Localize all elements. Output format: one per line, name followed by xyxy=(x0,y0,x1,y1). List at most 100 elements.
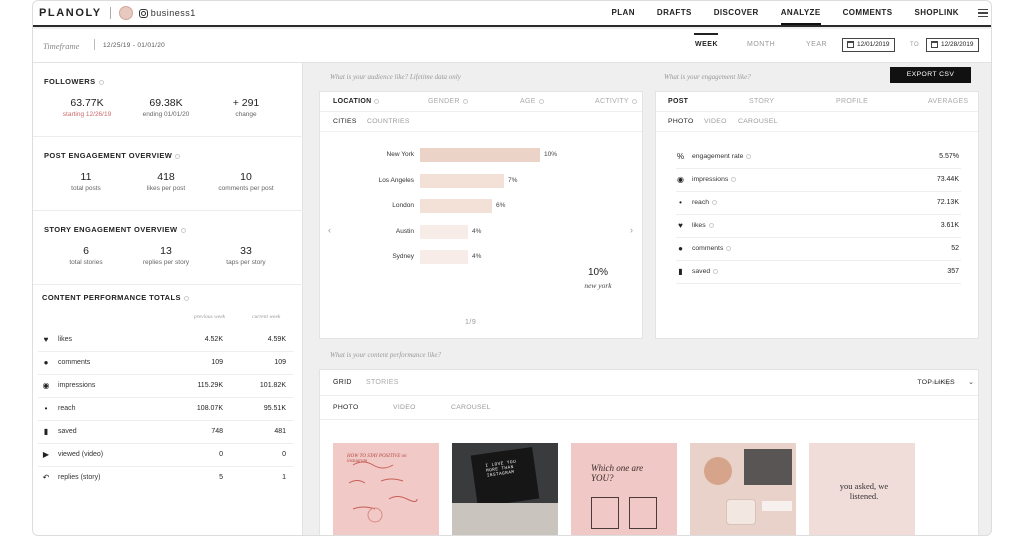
perf-row-reach: • reach 108.07K 95.51K xyxy=(38,398,293,421)
thumb-pink-lettering[interactable]: HOW TO STAY POSITIVE on instagram xyxy=(333,443,439,535)
info-icon[interactable] xyxy=(98,79,104,85)
tab-location[interactable]: LOCATION xyxy=(333,98,380,105)
period-month[interactable]: MONTH xyxy=(747,41,775,48)
bookmark-icon: ▮ xyxy=(678,267,683,276)
end-date-picker[interactable]: 12/28/2019 xyxy=(926,38,979,52)
perf-previous-value: 108.07K xyxy=(196,405,223,412)
eng-value: 3.61K xyxy=(940,222,959,229)
reach-icon: • xyxy=(679,198,682,207)
tab-stories[interactable]: STORIES xyxy=(366,379,399,386)
info-icon[interactable] xyxy=(726,245,732,251)
menu-icon[interactable] xyxy=(978,9,988,17)
perf-previous-value: 5 xyxy=(219,474,223,481)
sort-by-value[interactable]: TOP LIKES xyxy=(917,379,955,386)
tab-age[interactable]: AGE xyxy=(520,98,544,105)
stat-value: 10 xyxy=(240,171,252,183)
tab-profile[interactable]: PROFILE xyxy=(836,98,868,105)
city-percent: 7% xyxy=(508,176,518,184)
city-label: Sydney xyxy=(392,253,414,260)
perf-current-value: 4.59K xyxy=(267,336,286,343)
tab-story[interactable]: STORY xyxy=(749,98,774,105)
thumb-letterboard[interactable]: I LOVE YOU MORE THAN INSTAGRAM xyxy=(452,443,558,535)
stat-label: taps per story xyxy=(226,259,266,266)
eng-value: 5.57% xyxy=(939,153,959,160)
heart-icon: ♥ xyxy=(43,335,49,344)
city-percent: 10% xyxy=(544,151,558,158)
tab-gender[interactable]: GENDER xyxy=(428,98,468,105)
eng-label-text: comments xyxy=(692,245,724,252)
info-icon[interactable] xyxy=(713,268,719,274)
stat-value: 13 xyxy=(160,245,172,257)
col-previous-week: previous week xyxy=(194,314,226,320)
export-csv-button[interactable]: EXPORT CSV xyxy=(890,67,971,83)
city-bar xyxy=(420,250,468,264)
info-icon[interactable] xyxy=(175,153,181,159)
city-bar xyxy=(420,224,468,239)
tab-activity[interactable]: ACTIVITY xyxy=(595,98,637,105)
tab-grid[interactable]: GRID xyxy=(333,379,352,386)
heart-icon: ♥ xyxy=(678,221,683,230)
subtab-photo[interactable]: PHOTO xyxy=(333,404,359,411)
subtab-carousel[interactable]: CAROUSEL xyxy=(738,118,778,125)
tab-averages[interactable]: AVERAGES xyxy=(928,98,968,105)
planoly-logo[interactable]: PLANOLY xyxy=(39,7,102,19)
nav-plan[interactable]: PLAN xyxy=(612,1,635,25)
stat-value: 418 xyxy=(157,171,175,183)
nav-discover[interactable]: DISCOVER xyxy=(714,1,759,25)
perf-label: comments xyxy=(58,359,91,366)
reply-icon: ↶ xyxy=(42,473,50,482)
chevron-left-icon[interactable]: ‹ xyxy=(328,225,331,235)
taps-per-story-stat: 33 taps per story xyxy=(206,245,286,266)
perf-current-value: 0 xyxy=(282,451,286,458)
nav-comments[interactable]: COMMENTS xyxy=(843,1,893,25)
account-avatar[interactable] xyxy=(118,6,133,20)
subtab-video[interactable]: VIDEO xyxy=(704,118,727,125)
instagram-icon xyxy=(138,8,148,18)
start-date-picker[interactable]: 12/01/2019 xyxy=(842,38,895,52)
nav-drafts[interactable]: DRAFTS xyxy=(657,1,692,25)
perf-current-value: 101.82K xyxy=(259,382,286,389)
nav-shoplink[interactable]: SHOPLINK xyxy=(914,1,959,25)
perf-row-saved: ▮ saved 748 481 xyxy=(38,421,293,444)
subtab-countries[interactable]: COUNTRIES xyxy=(367,118,410,125)
info-icon[interactable] xyxy=(180,227,186,233)
thumb-which-one[interactable]: Which one are YOU? xyxy=(571,443,677,535)
info-icon[interactable] xyxy=(183,295,189,301)
info-icon xyxy=(538,98,544,104)
period-year[interactable]: YEAR xyxy=(806,41,827,48)
info-icon xyxy=(462,98,468,104)
account-name[interactable]: business1 xyxy=(151,8,196,18)
perf-label: saved xyxy=(58,428,77,435)
info-icon xyxy=(374,98,380,104)
chevron-down-icon[interactable]: ⌄ xyxy=(968,378,974,386)
eng-label: engagement rate xyxy=(692,153,752,160)
replies-per-story-stat: 13 replies per story xyxy=(126,245,206,266)
comment-icon: ● xyxy=(678,244,683,253)
engagement-question: What is your engagement like? xyxy=(664,73,751,81)
info-icon[interactable] xyxy=(712,199,718,205)
period-week[interactable]: WEEK xyxy=(695,41,718,48)
followers-title: FOLLOWERS xyxy=(44,77,104,86)
followers-end-stat: 69.38K ending 01/01/20 xyxy=(126,97,206,118)
eng-row-engagement-rate: % engagement rate 5.57% xyxy=(676,146,961,169)
subtab-photo[interactable]: PHOTO xyxy=(668,118,694,125)
nav-analyze[interactable]: ANALYZE xyxy=(780,1,821,25)
timeframe-range: 12/25/19 - 01/01/20 xyxy=(103,42,166,49)
chevron-right-icon[interactable]: › xyxy=(630,225,633,235)
audience-panel: LOCATION GENDER AGE ACTIVITY CITIES COUN… xyxy=(319,91,643,339)
eng-label-text: engagement rate xyxy=(692,153,744,160)
sketch-box-left xyxy=(591,497,619,529)
subtab-cities[interactable]: CITIES xyxy=(333,118,357,125)
subtab-video[interactable]: VIDEO xyxy=(393,404,416,411)
perf-label: impressions xyxy=(58,382,96,389)
subtab-carousel[interactable]: CAROUSEL xyxy=(451,404,491,411)
perf-previous-value: 748 xyxy=(211,428,223,435)
info-icon[interactable] xyxy=(708,222,714,228)
city-bar xyxy=(420,199,492,213)
thumb-desk-photo[interactable] xyxy=(690,443,796,535)
tab-post[interactable]: POST xyxy=(668,98,688,105)
thumb-you-asked[interactable]: you asked, we listened. xyxy=(809,443,915,535)
tab-label: LOCATION xyxy=(333,98,372,105)
info-icon[interactable] xyxy=(731,176,737,182)
info-icon[interactable] xyxy=(746,153,752,159)
